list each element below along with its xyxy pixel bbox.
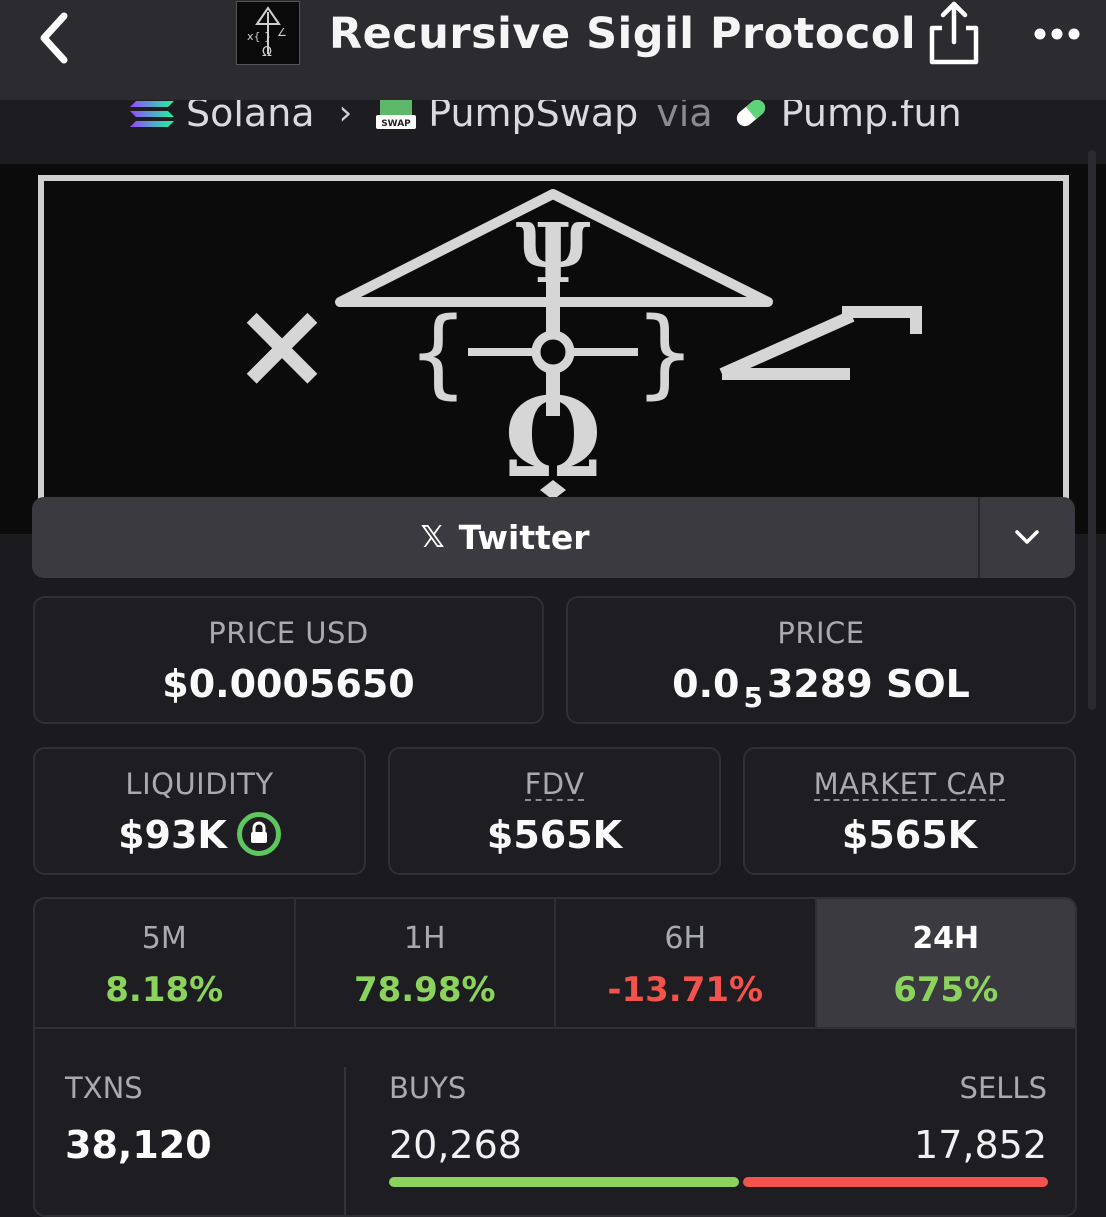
price-usd-label: PRICE USD — [208, 616, 369, 650]
divider — [344, 1067, 346, 1215]
liquidity-value: $93K — [118, 813, 227, 857]
market-cap-label[interactable]: MARKET CAP — [813, 769, 1006, 801]
price-zero-count: 5 — [743, 681, 763, 714]
change-1h: 78.98% — [353, 970, 496, 1010]
svg-text:}: } — [634, 297, 695, 409]
tab-6h[interactable]: 6H -13.71% — [556, 899, 817, 1029]
page-title: Recursive Sigil Protocol — [329, 9, 917, 59]
price-native-card: PRICE 0.0 5 3289 SOL — [566, 596, 1076, 724]
pumpfun-pill-icon — [731, 100, 771, 133]
price-usd-value: $0.0005650 — [162, 662, 415, 706]
liquidity-label: LIQUIDITY — [125, 767, 274, 801]
pumpswap-icon: SWAP — [374, 100, 418, 133]
svg-text:×: × — [232, 276, 333, 415]
svg-text:∠: ∠ — [277, 26, 287, 39]
tab-1h[interactable]: 1H 78.98% — [295, 899, 556, 1029]
buys-sells: BUYS 20,268 SELLS 17,852 — [389, 1071, 1047, 1167]
change-24h: 675% — [893, 970, 999, 1010]
sells-label: SELLS — [959, 1071, 1047, 1105]
twitter-button[interactable]: 𝕏 Twitter — [32, 497, 980, 578]
chevron-left-icon — [40, 12, 68, 64]
price-native-value: 0.0 5 3289 SOL — [672, 662, 970, 714]
sells-value: 17,852 — [914, 1123, 1047, 1167]
breadcrumb: Solana › SWAP PumpSwap via Pump.fun — [0, 100, 1106, 164]
stats-panel: 5M 8.18% 1H 78.98% 6H -13.71% 24H 675% T… — [33, 897, 1077, 1217]
price-usd-card: PRICE USD $0.0005650 — [33, 596, 544, 724]
svg-text:{: { — [407, 297, 468, 409]
market-cap-card: MARKET CAP $565K — [743, 747, 1076, 875]
tab-24h[interactable]: 24H 675% — [816, 899, 1075, 1029]
back-button[interactable] — [28, 8, 84, 64]
fdv-card: FDV $565K — [388, 747, 721, 875]
token-banner-image: Ψ × { } Ω — [0, 164, 1106, 534]
lock-icon[interactable] — [236, 811, 281, 856]
price-native-label: PRICE — [777, 616, 865, 650]
market-cap-value: $565K — [841, 813, 978, 857]
chevron-right-icon: › — [338, 100, 353, 133]
more-horizontal-icon — [1034, 28, 1080, 40]
tab-5m[interactable]: 5M 8.18% — [35, 899, 296, 1029]
txns-value: 38,120 — [65, 1123, 212, 1167]
top-bar: x{ } ∠ Ω Recursive Sigil Protocol — [0, 0, 1106, 100]
twitter-label: Twitter — [458, 518, 590, 557]
timeframe-tabs: 5M 8.18% 1H 78.98% 6H -13.71% 24H 675% — [35, 899, 1075, 1029]
buys-ratio-bar — [389, 1177, 739, 1187]
chevron-down-icon — [1015, 530, 1039, 544]
x-logo-icon: 𝕏 — [420, 520, 445, 555]
more-options-button[interactable] — [1030, 14, 1090, 54]
token-logo: x{ } ∠ Ω — [236, 1, 300, 65]
share-icon — [929, 1, 979, 65]
txns-total: TXNS 38,120 — [65, 1071, 212, 1167]
txns-label: TXNS — [65, 1071, 143, 1105]
breadcrumb-launchpad[interactable]: Pump.fun — [781, 100, 962, 138]
breadcrumb-dex[interactable]: PumpSwap — [428, 100, 638, 138]
breadcrumb-chain[interactable]: Solana — [186, 100, 315, 138]
liquidity-card: LIQUIDITY $93K — [33, 747, 366, 875]
svg-text:x{ }: x{ } — [247, 30, 271, 43]
solana-icon — [128, 100, 176, 133]
change-5m: 8.18% — [105, 970, 224, 1010]
fdv-value: $565K — [486, 813, 623, 857]
svg-text:Ω: Ω — [262, 45, 272, 60]
socials-dropdown-button[interactable] — [980, 497, 1075, 578]
sells-ratio-bar — [743, 1177, 1048, 1187]
share-button[interactable] — [924, 0, 984, 66]
scrollbar[interactable] — [1088, 150, 1096, 710]
breadcrumb-via: via — [656, 100, 713, 135]
fdv-label[interactable]: FDV — [524, 769, 585, 801]
change-6h: -13.71% — [607, 970, 764, 1010]
social-links-bar: 𝕏 Twitter — [32, 497, 1075, 578]
svg-text:SWAP: SWAP — [381, 119, 411, 129]
